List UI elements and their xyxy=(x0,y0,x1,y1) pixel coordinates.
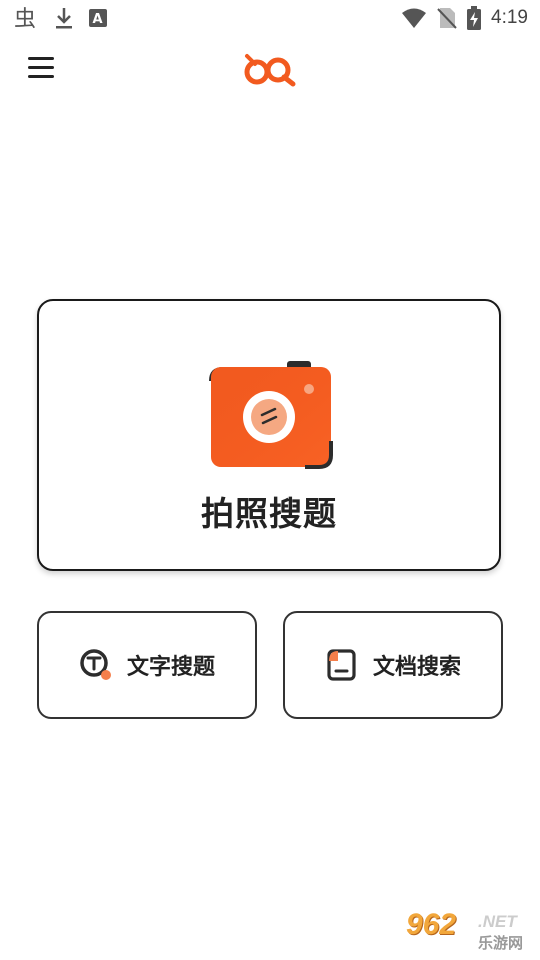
status-time: 4:19 xyxy=(491,7,528,28)
photo-search-label: 拍照搜题 xyxy=(201,495,337,532)
font-icon: A xyxy=(89,9,107,27)
svg-text:虫: 虫 xyxy=(14,7,36,30)
download-icon xyxy=(56,8,72,29)
text-search-label: 文字搜题 xyxy=(126,654,215,679)
status-bar-right: 4:19 xyxy=(401,6,528,30)
photo-search-card[interactable]: 拍照搜题 xyxy=(37,299,501,571)
status-bar-left: 虫 A xyxy=(14,6,108,30)
bug-icon: 虫 xyxy=(14,7,36,30)
document-icon xyxy=(327,649,356,681)
hamburger-menu-icon[interactable] xyxy=(26,54,58,82)
watermark-main: 962 xyxy=(406,908,457,941)
watermark-sub: 乐游网 xyxy=(478,935,524,952)
battery-charging-icon xyxy=(467,6,482,30)
text-search-icon xyxy=(80,649,111,680)
wifi-icon xyxy=(402,8,427,28)
doc-search-card[interactable]: 文档搜索 xyxy=(283,611,503,719)
app-logo xyxy=(244,54,296,87)
text-search-card[interactable]: 文字搜题 xyxy=(37,611,257,719)
no-sim-icon xyxy=(437,8,457,29)
status-bar: 虫 A 4:19 xyxy=(0,0,540,36)
camera-icon xyxy=(209,361,333,469)
svg-text:A: A xyxy=(93,12,103,27)
doc-search-label: 文档搜索 xyxy=(372,654,461,679)
top-bar xyxy=(0,44,540,94)
watermark-net: .NET xyxy=(478,912,517,931)
watermark-logo: 962 .NET 乐游网 xyxy=(402,908,534,954)
